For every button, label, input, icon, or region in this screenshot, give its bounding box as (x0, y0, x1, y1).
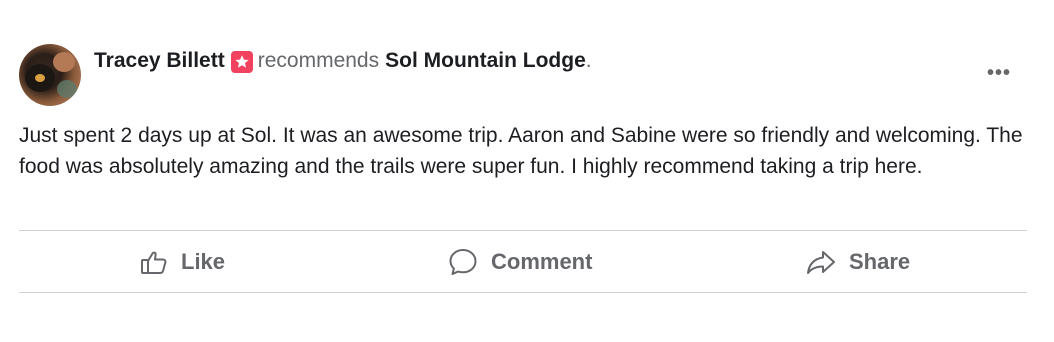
recommends-verb: recommends (257, 49, 380, 72)
page-name-link[interactable]: Sol Mountain Lodge (385, 49, 586, 73)
share-button[interactable]: Share (805, 231, 910, 292)
author-name[interactable]: Tracey Billett (94, 49, 225, 73)
post-text: Just spent 2 days up at Sol. It was an a… (19, 124, 1023, 178)
share-arrow-icon (807, 250, 835, 274)
more-options-icon[interactable]: ••• (984, 58, 1014, 88)
author-avatar[interactable] (19, 44, 81, 106)
comment-label: Comment (491, 248, 593, 274)
thumbs-up-icon (141, 251, 167, 274)
like-button[interactable]: Like (139, 231, 225, 292)
comment-bubble-icon (449, 248, 477, 275)
header-period: . (585, 49, 592, 72)
recommend-star-icon (230, 51, 253, 73)
post-header: Tracey Billett recommends Sol Mountain L… (94, 47, 592, 75)
post-actions-bar: Like Comment Share (19, 231, 1027, 292)
review-post: Tracey Billett recommends Sol Mountain L… (0, 0, 1054, 342)
like-label: Like (181, 248, 226, 274)
comment-button[interactable]: Comment (447, 231, 592, 292)
share-label: Share (849, 248, 911, 274)
actions-divider-bottom (19, 292, 1027, 293)
